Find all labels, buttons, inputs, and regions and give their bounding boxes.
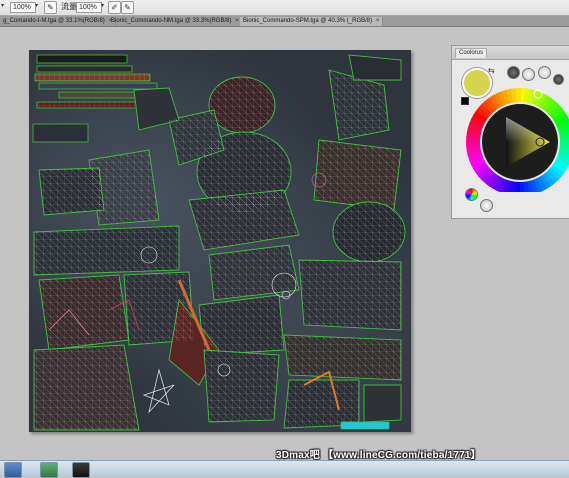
close-icon[interactable]: × [235, 18, 239, 24]
document-tab[interactable]: Bionic_Commando-NM.tga @ 33.3%(RGB/8) × [108, 17, 243, 26]
mode-knob-icon[interactable] [507, 66, 520, 79]
pressure-size-icon[interactable]: ✎ [121, 1, 134, 14]
taskbar [0, 460, 569, 478]
pressure-opacity-icon[interactable]: ✎ [44, 1, 57, 14]
mode-knob-icon[interactable] [522, 68, 535, 81]
opacity-dropdown-icon[interactable]: ▾ [35, 2, 38, 9]
texture-canvas[interactable] [29, 50, 411, 432]
color-wheel[interactable] [460, 82, 569, 192]
panel-header: Coolorus [452, 46, 569, 60]
airbrush-icon[interactable]: ✐ [108, 1, 121, 14]
opacity-input[interactable]: 100% [10, 2, 36, 13]
uv-wireframe-image [32, 54, 406, 431]
panel-tab-coolorus[interactable]: Coolorus [455, 48, 488, 58]
tab-label: Bionic_Commando-SPM.tga @ 40.3% (_RGB/8) [243, 18, 373, 24]
document-tab-active[interactable]: Bionic_Commando-SPM.tga @ 40.3% (_RGB/8)… [240, 17, 384, 26]
palette-icon[interactable] [465, 188, 478, 201]
color-panel: Coolorus ⇆ [451, 45, 569, 219]
document-tab[interactable]: g_Comando-I-M.tga @ 33.1%(RGB/8) × [0, 17, 116, 26]
options-bar: ▾ 100% ▾ ✎ 流量: 100% ▾ ✐ ✎ [0, 0, 569, 16]
tab-label: Bionic_Commando-NM.tga @ 33.3%(RGB/8) [111, 18, 232, 24]
close-icon[interactable]: × [376, 18, 380, 24]
flow-input[interactable]: 100% [76, 2, 102, 13]
document-tabs: g_Comando-I-M.tga @ 33.1%(RGB/8) × Bioni… [0, 16, 569, 27]
settings-knob-icon[interactable] [480, 199, 493, 212]
dropdown-arrow-icon[interactable]: ▾ [1, 2, 4, 9]
swap-colors-icon[interactable]: ⇆ [488, 66, 495, 75]
flow-dropdown-icon[interactable]: ▾ [101, 2, 104, 9]
mode-knob-icon[interactable] [538, 66, 551, 79]
tab-label: g_Comando-I-M.tga @ 33.1%(RGB/8) [3, 18, 105, 24]
